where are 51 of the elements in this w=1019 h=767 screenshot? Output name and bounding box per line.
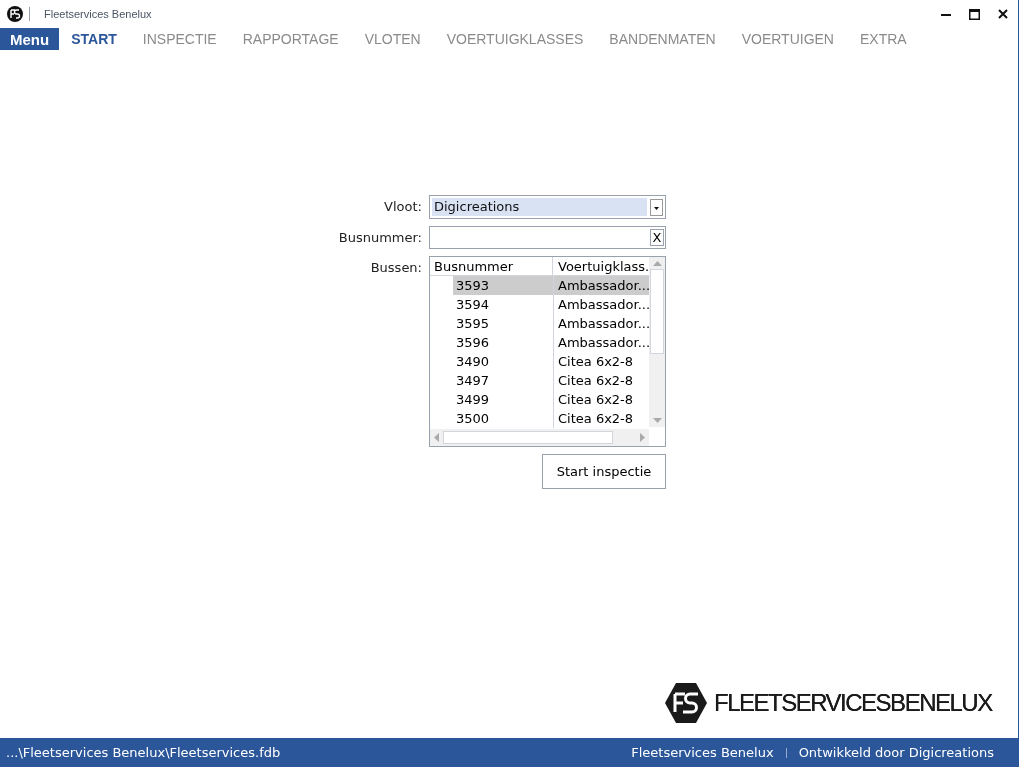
table-cell-text: 3593: [455, 277, 491, 295]
scroll-thumb[interactable]: [650, 269, 664, 354]
table-cell-text: 3490: [455, 353, 491, 371]
horizontal-scrollbar[interactable]: [430, 429, 649, 446]
scroll-left-icon[interactable]: [433, 433, 439, 442]
field-label: Bussen:: [369, 259, 422, 277]
menu-button[interactable]: Menu: [0, 28, 60, 50]
table-cell: Citea 6x2-8: [553, 352, 634, 371]
table-row[interactable]: 3499 Citea 6x2-8: [453, 390, 649, 409]
vertical-scrollbar[interactable]: [649, 257, 665, 427]
nav-tab[interactable]: EXTRA: [860, 28, 907, 50]
app-icon: [7, 6, 23, 22]
table-cell-text: 3594: [455, 296, 491, 314]
table-row[interactable]: 3593 Ambassador...: [453, 276, 649, 295]
table-row[interactable]: 3500 Citea 6x2-8: [453, 409, 649, 428]
nav-tab[interactable]: START: [71, 28, 117, 50]
field-label: Busnummer:: [337, 228, 422, 247]
close-icon[interactable]: [998, 9, 1008, 19]
scroll-right-icon[interactable]: [640, 433, 646, 442]
table-cell: Citea 6x2-8: [553, 409, 634, 428]
table-cell-text: 3500: [455, 410, 491, 428]
table-row[interactable]: 3490 Citea 6x2-8: [453, 352, 649, 371]
start-inspection-button[interactable]: Start inspectie: [542, 454, 666, 489]
column-header[interactable]: Voertuigklass.: [553, 257, 649, 275]
dropdown-value: Digicreations: [432, 198, 647, 216]
logo-icon: [664, 682, 708, 724]
table-cell: Citea 6x2-8: [553, 390, 634, 409]
table-cell-text: 3596: [455, 334, 491, 352]
file-path: ...\Fleetservices Benelux\Fleetservices.fdb: [6, 743, 281, 762]
nav-tab[interactable]: VOERTUIGEN: [741, 28, 834, 50]
window-title: Fleetservices Benelux: [44, 6, 152, 22]
nav-tab[interactable]: BANDENMATEN: [609, 28, 716, 50]
maximize-icon[interactable]: [969, 8, 980, 20]
field-label: Vloot:: [383, 198, 422, 217]
column-header[interactable]: Busnummer: [430, 257, 553, 275]
clear-button[interactable]: X: [650, 229, 664, 246]
logo-text: FLEETSERVICESBENELUX: [714, 688, 992, 718]
table-cell-text: 3595: [455, 315, 491, 333]
table-cell: Citea 6x2-8: [553, 371, 634, 390]
fleet-dropdown[interactable]: Digicreations: [429, 195, 666, 219]
table-cell-text: 3497: [455, 372, 491, 390]
table-row[interactable]: 3497 Citea 6x2-8: [453, 371, 649, 390]
table-cell-text: 3499: [455, 391, 491, 409]
nav-tab[interactable]: VOERTUIGKLASSES: [446, 28, 584, 50]
scroll-thumb[interactable]: [443, 431, 613, 444]
busnummer-field[interactable]: X: [429, 226, 666, 249]
nav-tab[interactable]: VLOTEN: [364, 28, 421, 50]
scroll-up-icon[interactable]: [652, 260, 662, 266]
scroll-down-icon[interactable]: [652, 418, 662, 424]
company-name: Fleetservices Benelux: [631, 743, 774, 762]
credit-text: Ontwikkeld door Digicreations: [798, 743, 994, 762]
